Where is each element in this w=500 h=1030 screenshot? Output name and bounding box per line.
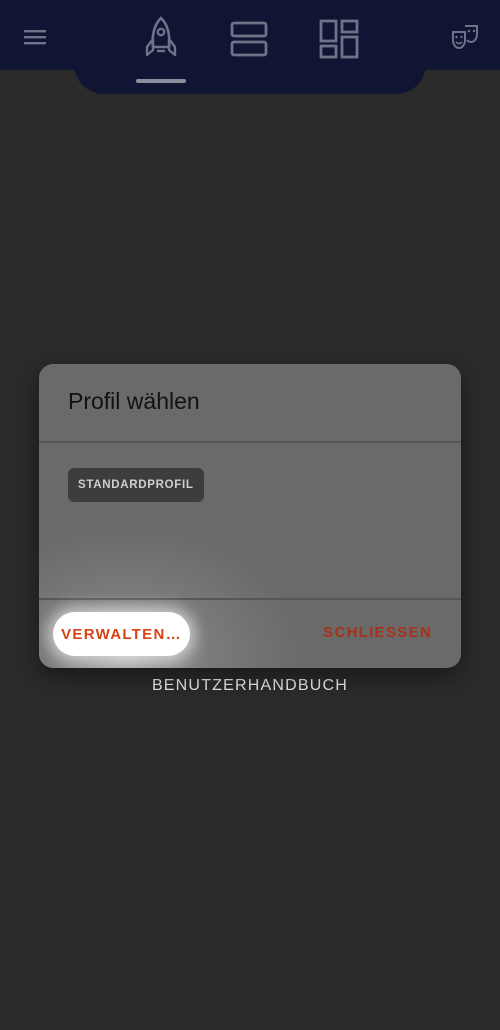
dialog-title: Profil wählen — [68, 388, 200, 414]
manage-button[interactable]: VERWALTEN… — [53, 612, 190, 656]
dialog-divider-bottom — [39, 598, 461, 600]
menu-icon[interactable] — [20, 24, 50, 50]
list-view-icon[interactable] — [228, 18, 270, 60]
dialog-divider-top — [39, 441, 461, 443]
profile-select-dialog: Profil wählen STANDARDPROFIL VERWALTEN… … — [39, 364, 461, 668]
close-button[interactable]: SCHLIESSEN — [323, 624, 432, 641]
theater-masks-icon[interactable] — [448, 22, 482, 52]
rocket-icon[interactable] — [139, 14, 183, 62]
profile-chip[interactable]: STANDARDPROFIL — [68, 468, 204, 502]
dashboard-icon[interactable] — [317, 17, 361, 61]
active-tab-indicator — [136, 79, 186, 83]
user-manual-link[interactable]: BENUTZERHANDBUCH — [0, 677, 500, 695]
top-app-bar-tab-area — [74, 60, 426, 94]
